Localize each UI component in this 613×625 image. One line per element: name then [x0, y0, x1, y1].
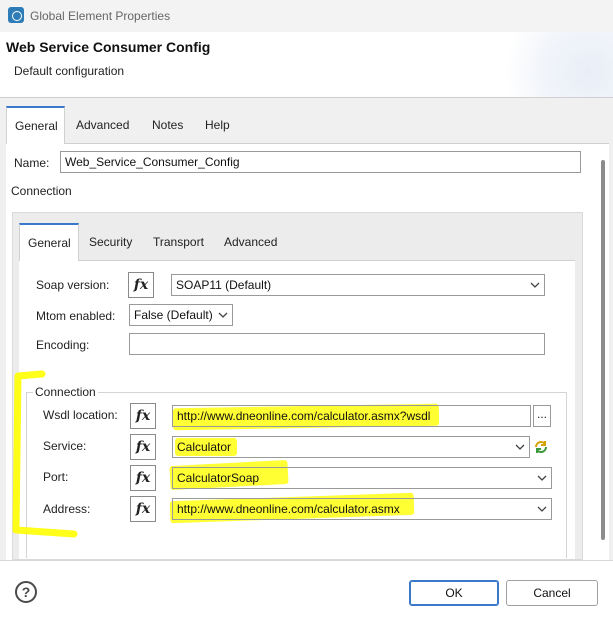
- inner-tab-bar: General Security Transport Advanced: [19, 223, 575, 262]
- encoding-label: Encoding:: [36, 338, 90, 352]
- refresh-icon[interactable]: [533, 439, 549, 455]
- chevron-down-icon: [537, 506, 547, 512]
- connection-section-label: Connection: [11, 184, 72, 198]
- inner-tab-general[interactable]: General: [19, 223, 79, 262]
- mtom-enabled-value: False (Default): [134, 308, 213, 322]
- mtom-enabled-label: Mtom enabled:: [36, 309, 116, 323]
- tab-general[interactable]: General: [6, 106, 65, 145]
- address-select[interactable]: http://www.dneonline.com/calculator.asmx: [172, 498, 552, 520]
- inner-tab-security[interactable]: Security: [81, 223, 140, 261]
- window-title: Global Element Properties: [30, 9, 171, 23]
- address-value: http://www.dneonline.com/calculator.asmx: [177, 502, 400, 516]
- inner-tab-transport[interactable]: Transport: [145, 223, 212, 261]
- cancel-button[interactable]: Cancel: [506, 580, 598, 606]
- soap-version-label: Soap version:: [36, 278, 110, 292]
- fx-icon[interactable]: fx: [130, 465, 156, 491]
- fx-icon[interactable]: fx: [130, 434, 156, 460]
- chevron-down-icon: [537, 475, 547, 481]
- vertical-scrollbar[interactable]: [598, 144, 609, 560]
- name-input[interactable]: Web_Service_Consumer_Config: [60, 151, 581, 173]
- port-value: CalculatorSoap: [177, 471, 260, 485]
- scrollbar-thumb[interactable]: [601, 160, 605, 540]
- fx-icon[interactable]: fx: [130, 403, 156, 429]
- header-decoration: [493, 32, 613, 97]
- dialog-title: Web Service Consumer Config: [6, 39, 211, 55]
- name-label: Name:: [14, 156, 50, 170]
- port-select[interactable]: CalculatorSoap: [172, 467, 552, 489]
- main-tab-bar: General Advanced Notes Help: [6, 106, 609, 145]
- highlight-bracket-mark: [12, 370, 78, 538]
- encoding-input[interactable]: [129, 333, 545, 355]
- title-bar: Global Element Properties: [0, 0, 613, 32]
- fx-icon[interactable]: fx: [128, 272, 154, 298]
- soap-version-value: SOAP11 (Default): [176, 278, 272, 292]
- chevron-down-icon: [530, 282, 540, 288]
- inner-tab-advanced[interactable]: Advanced: [216, 223, 285, 261]
- tab-advanced[interactable]: Advanced: [68, 106, 137, 144]
- service-select[interactable]: Calculator: [172, 436, 530, 458]
- soap-version-select[interactable]: SOAP11 (Default): [171, 274, 545, 296]
- help-icon[interactable]: ?: [15, 581, 37, 603]
- dialog-subtitle: Default configuration: [14, 64, 125, 78]
- tab-notes[interactable]: Notes: [144, 106, 191, 144]
- app-icon: [8, 7, 24, 23]
- dialog-footer: ? OK Cancel: [0, 560, 613, 625]
- wsdl-location-input[interactable]: http://www.dneonline.com/calculator.asmx…: [172, 405, 531, 427]
- mtom-enabled-select[interactable]: False (Default): [129, 304, 233, 326]
- dialog-header: Web Service Consumer Config Default conf…: [0, 32, 613, 98]
- ellipsis-icon[interactable]: ...: [533, 405, 551, 427]
- service-value: Calculator: [177, 440, 232, 454]
- tab-help[interactable]: Help: [197, 106, 238, 144]
- chevron-down-icon: [218, 312, 228, 318]
- chevron-down-icon: [515, 444, 525, 450]
- ok-button[interactable]: OK: [409, 580, 499, 606]
- fx-icon[interactable]: fx: [130, 496, 156, 522]
